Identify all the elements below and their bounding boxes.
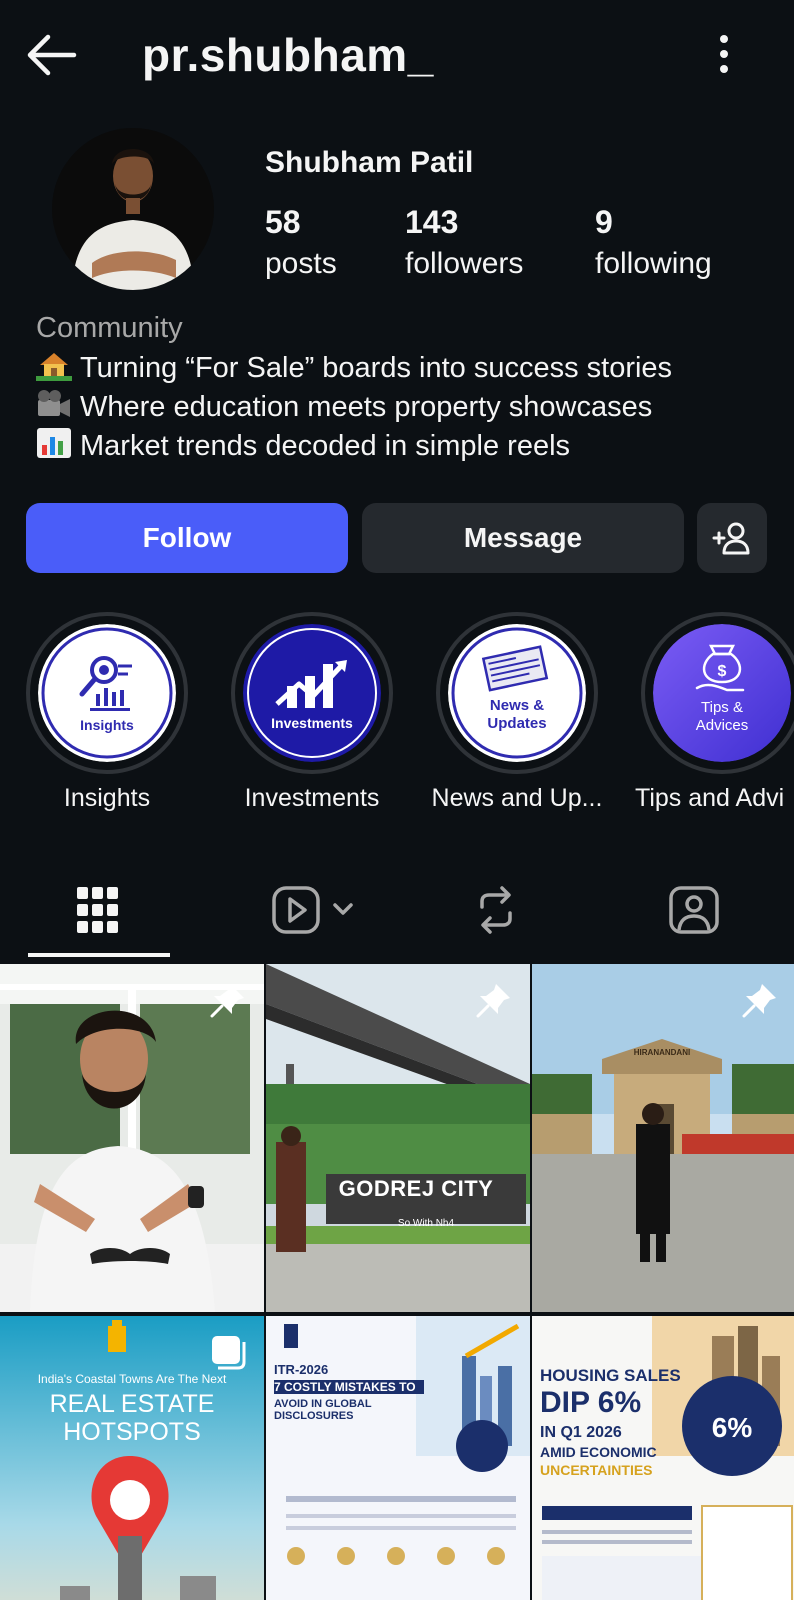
tab-reels[interactable] [236, 862, 396, 958]
active-tab-indicator [28, 953, 170, 957]
profile-avatar[interactable] [52, 128, 214, 290]
camera-icon [36, 388, 72, 420]
svg-text:News &: News & [490, 697, 544, 714]
post-overlay-text: GODREJ CITY [338, 1176, 494, 1201]
following-label: following [595, 247, 712, 280]
highlight-cover: Insights [38, 624, 176, 762]
post-overlay-text: IN Q1 2026 [540, 1424, 622, 1441]
pinned-icon [210, 984, 244, 1018]
more-options-icon[interactable] [706, 32, 742, 76]
profile-username: pr.shubham_ [142, 29, 434, 81]
highlight-label: Insights [63, 784, 151, 812]
highlight-label: News and Up... [431, 784, 603, 812]
post-thumbnail[interactable] [0, 964, 264, 1312]
following-count: 9 [595, 204, 613, 240]
highlight-investments[interactable]: Investments Investments [227, 612, 397, 812]
add-person-icon [712, 522, 750, 555]
bio-text-2: Where education meets property showcases [80, 391, 653, 423]
highlight-cover-text: Insights [80, 717, 134, 733]
bio-line: Turning “For Sale” boards into success s… [36, 349, 672, 387]
post-overlay-text: HIRANANDANI [633, 1048, 691, 1057]
highlight-tips-and-advices[interactable]: $ Tips & Advices Tips and Advi [635, 612, 794, 812]
profile-category: Community [36, 312, 183, 344]
highlight-cover: Investments [243, 624, 381, 762]
tab-tagged[interactable] [614, 862, 774, 958]
tagged-icon [669, 886, 719, 934]
highlight-cover: News & Updates [448, 624, 586, 762]
followers-count: 143 [405, 204, 459, 240]
post-thumbnail[interactable]: HIRANANDANI [532, 964, 794, 1312]
post-overlay-text: AMID ECONOMIC [540, 1444, 657, 1460]
post-overlay-text: DIP 6% [540, 1386, 642, 1419]
pinned-icon [476, 984, 510, 1018]
bio-text-3: Market trends decoded in simple reels [80, 430, 571, 462]
highlight-label: Investments [244, 784, 380, 812]
post-thumbnail[interactable]: ITR-2026 DISCLOSURES 7 COSTLY MISTAKES T… [266, 1316, 530, 1600]
posts-label: posts [265, 247, 337, 280]
bio-text-1: Turning “For Sale” boards into success s… [80, 352, 673, 384]
post-overlay-text: 7 COSTLY MISTAKES TO [274, 1380, 424, 1394]
highlight-cover: $ Tips & Advices [653, 624, 791, 762]
bio-line: Where education meets property showcases [36, 388, 652, 426]
profile-tabs [0, 862, 794, 958]
suggested-users-button[interactable] [697, 503, 767, 573]
post-overlay-text: UNCERTAINTIES [540, 1462, 653, 1478]
highlight-news-and-updates[interactable]: News & Updates News and Up... [432, 612, 602, 812]
profile-display-name: Shubham Patil [265, 146, 474, 179]
follow-button[interactable]: Follow [26, 503, 348, 573]
followers-stat[interactable]: 143 followers [405, 202, 523, 286]
post-thumbnail[interactable]: HOUSING SALES DIP 6% IN Q1 2026 AMID ECO… [532, 1316, 794, 1600]
back-arrow-icon[interactable] [24, 30, 80, 80]
svg-text:Tips &: Tips & [701, 699, 743, 716]
post-overlay-text: REAL ESTATE [49, 1390, 215, 1418]
following-stat[interactable]: 9 following [595, 202, 712, 286]
svg-text:Updates: Updates [487, 715, 546, 732]
grid-icon [77, 887, 118, 933]
highlight-cover-text: Investments [271, 715, 353, 731]
post-overlay-subtext: So With Nh4 [397, 1218, 455, 1229]
reels-icon [272, 886, 353, 934]
post-overlay-text: HOTSPOTS [63, 1418, 201, 1446]
pinned-icon [742, 984, 776, 1018]
posts-stat[interactable]: 58 posts [265, 202, 337, 286]
tab-grid[interactable] [18, 862, 178, 958]
highlight-insights[interactable]: Insights Insights [22, 612, 192, 812]
house-icon [36, 349, 72, 381]
bar-chart-icon [36, 427, 72, 459]
post-overlay-text: India's Coastal Towns Are The Next [37, 1372, 227, 1386]
posts-count: 58 [265, 204, 301, 240]
post-overlay-text: HOUSING SALES [540, 1366, 681, 1385]
svg-text:$: $ [718, 663, 727, 680]
top-bar: pr.shubham_ [0, 0, 794, 110]
post-thumbnail[interactable]: India's Coastal Towns Are The Next REAL … [0, 1316, 264, 1600]
reposts-icon [480, 886, 512, 934]
bio-line: Market trends decoded in simple reels [36, 427, 570, 465]
post-overlay-text: AVOID IN GLOBAL DISCLOSURES [274, 1398, 372, 1422]
tab-reposts[interactable] [416, 862, 576, 958]
followers-label: followers [405, 247, 524, 280]
highlight-label: Tips and Advi [635, 784, 785, 812]
carousel-icon [212, 1336, 246, 1370]
svg-text:Advices: Advices [696, 717, 749, 734]
post-badge: 6% [711, 1412, 753, 1443]
post-thumbnail[interactable]: GODREJ CITY So With Nh4 [266, 964, 530, 1312]
message-button[interactable]: Message [362, 503, 684, 573]
